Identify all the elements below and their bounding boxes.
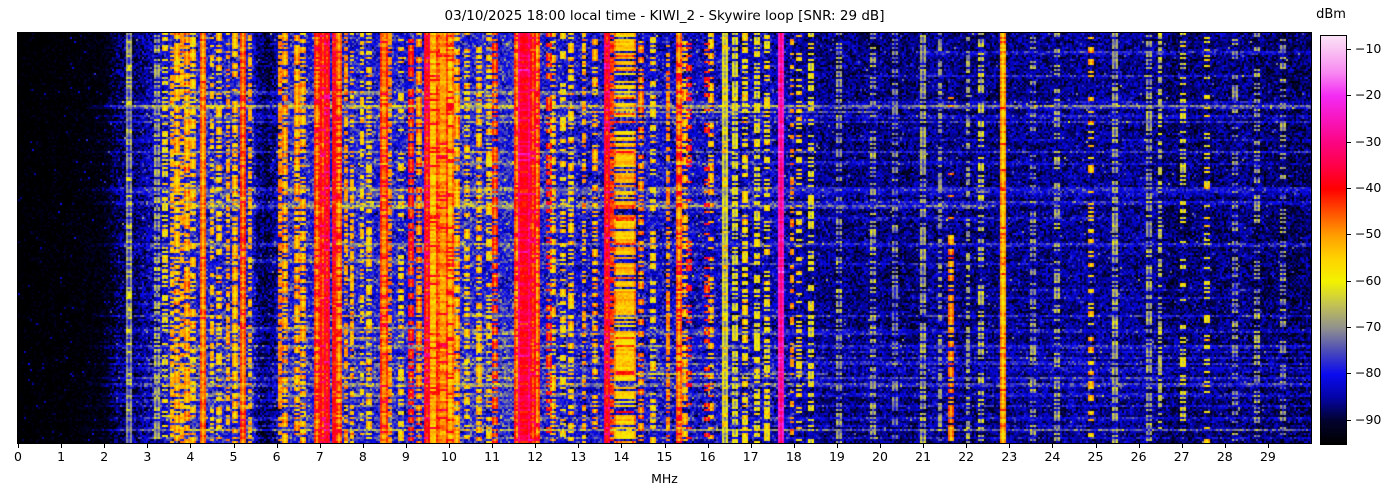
x-tick-label: 19 [828,449,845,464]
x-tick [276,443,278,448]
x-tick [104,443,106,448]
x-tick-label: 1 [57,449,66,464]
x-tick-label: 2 [100,449,109,464]
colorbar-unit-label: dBm [1316,7,1346,22]
x-tick-label: 6 [272,449,281,464]
x-tick [750,443,752,448]
x-tick [923,443,925,448]
colorbar-tick-label: −10 [1355,40,1382,56]
colorbar-tick [1347,280,1351,282]
x-tick [147,443,149,448]
x-tick-label: 28 [1216,449,1233,464]
colorbar-tick-label: −30 [1355,133,1382,149]
x-tick-label: 22 [958,449,975,464]
x-tick [535,443,537,448]
colorbar-tick [1347,141,1351,143]
colorbar-tick-label: −60 [1355,272,1382,288]
x-tick-label: 15 [656,449,673,464]
colorbar-tick [1347,188,1351,189]
x-tick-label: 26 [1130,449,1147,464]
x-tick [707,443,709,448]
x-tick [362,443,364,448]
colorbar-tick-label: −80 [1355,365,1382,381]
x-tick [405,443,407,448]
x-tick-label: 14 [613,449,630,464]
x-tick-label: 21 [915,449,932,464]
spectrogram-plot [17,32,1312,444]
x-tick-label: 29 [1259,449,1276,464]
x-tick-label: 27 [1173,449,1190,464]
x-tick [836,443,838,448]
colorbar [1320,35,1347,445]
x-tick [18,443,19,448]
x-tick [1181,443,1183,448]
x-tick [1052,443,1054,448]
colorbar-tick-label: −20 [1355,87,1382,103]
x-tick [880,443,881,448]
x-tick-label: 24 [1044,449,1061,464]
x-tick-label: 20 [872,449,888,464]
x-tick [61,443,63,448]
x-tick-label: 8 [358,449,367,464]
x-tick [578,443,580,448]
colorbar-tick-label: −40 [1355,180,1382,195]
x-tick [1138,443,1140,448]
colorbar-tick [1347,419,1351,421]
colorbar-tick-label: −70 [1355,319,1382,335]
x-tick-label: 25 [1087,449,1104,464]
x-tick-label: 18 [785,449,802,464]
x-tick-label: 12 [527,449,544,464]
x-tick [966,443,968,448]
colorbar-tick-label: −90 [1355,411,1382,427]
x-tick [492,443,494,448]
x-tick-label: 9 [401,449,410,464]
x-tick-label: 0 [14,449,22,464]
x-tick [190,443,192,448]
x-tick-label: 11 [484,449,501,464]
x-tick [1267,443,1269,448]
colorbar-tick [1347,48,1351,50]
x-tick-label: 7 [315,449,324,464]
x-tick-label: 16 [699,449,716,464]
x-tick [449,443,450,448]
x-tick-label: 13 [570,449,587,464]
colorbar-tick [1347,373,1351,375]
x-tick [1224,443,1226,448]
x-tick [1009,443,1011,448]
x-tick-label: 10 [441,449,457,464]
x-tick [793,443,795,448]
spectrogram-figure: 03/10/2025 18:00 local time - KIWI_2 - S… [0,0,1400,500]
x-tick [621,443,623,448]
x-tick-label: 23 [1001,449,1018,464]
x-tick [1095,443,1097,448]
x-tick-label: 3 [143,449,152,464]
x-tick [664,443,666,448]
colorbar-tick [1347,327,1351,329]
x-tick [319,443,321,448]
x-tick-label: 5 [229,449,238,464]
x-tick-label: 17 [742,449,759,464]
x-tick [233,443,235,448]
colorbar-tick [1347,95,1351,97]
spectrogram-canvas [18,33,1311,443]
colorbar-tick [1347,234,1351,236]
plot-title: 03/10/2025 18:00 local time - KIWI_2 - S… [444,8,885,24]
x-axis-label: MHz [651,471,678,486]
x-tick-label: 4 [186,449,195,464]
colorbar-tick-label: −50 [1355,226,1382,242]
